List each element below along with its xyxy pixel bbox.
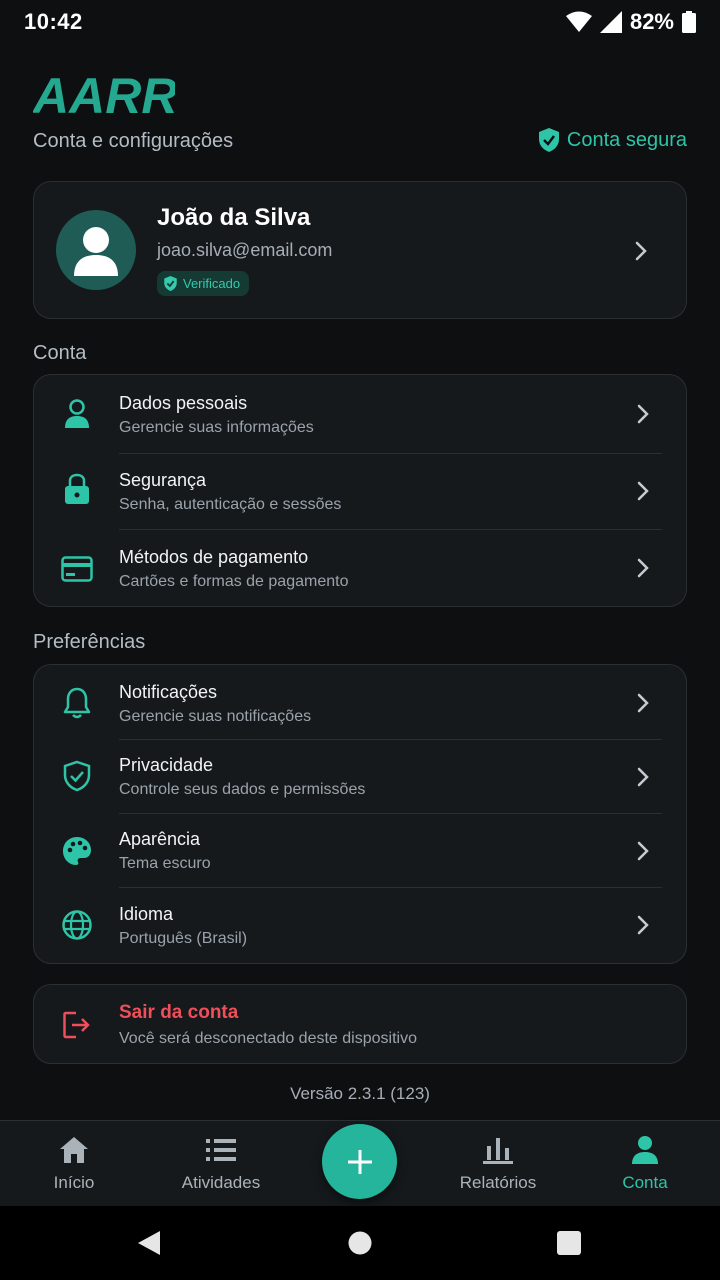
header: AARR Conta e configurações Conta segura: [33, 72, 687, 162]
settings-item-title: Aparência: [119, 829, 201, 849]
chevron-right-icon: [637, 481, 649, 501]
settings-item-title: Dados pessoais: [119, 393, 248, 413]
settings-item-subtitle: Cartões e formas de pagamento: [119, 573, 349, 590]
secure-label: Conta segura: [566, 128, 687, 151]
status-icons: 82%: [565, 9, 696, 35]
person-icon: [61, 398, 93, 430]
back-button[interactable]: [136, 1230, 162, 1256]
recents-button[interactable]: [556, 1230, 582, 1256]
settings-item-appearance[interactable]: Aparência Tema escuro: [34, 813, 688, 887]
status-bar: 10:42 82%: [0, 0, 720, 44]
logout-subtitle: Você será desconectado deste dispositivo: [119, 1030, 417, 1047]
globe-icon: [61, 909, 93, 941]
section-title-preferences: Preferências: [33, 631, 146, 653]
settings-item-privacy[interactable]: Privacidade Controle seus dados e permis…: [34, 739, 688, 813]
status-time: 10:42: [24, 9, 83, 34]
section-title-account: Conta: [33, 342, 87, 364]
verified-label: Verificado: [183, 276, 241, 291]
wifi-icon: [565, 11, 592, 32]
logout-button[interactable]: Sair da conta Você será desconectado des…: [33, 984, 687, 1064]
signal-icon: [599, 11, 622, 33]
settings-item-subtitle: Senha, autenticação e sessões: [119, 496, 342, 513]
verified-badge: Verificado: [157, 271, 250, 296]
nav-label: Início: [53, 1173, 95, 1192]
svg-text:AARR: AARR: [33, 72, 175, 116]
settings-item-subtitle: Português (Brasil): [119, 930, 248, 947]
app-logo: AARR: [33, 72, 175, 116]
palette-icon: [61, 835, 93, 867]
add-button[interactable]: [322, 1124, 397, 1199]
chevron-right-icon: [637, 767, 649, 787]
nav-item-activities[interactable]: Atividades: [161, 1135, 281, 1193]
settings-item-title: Privacidade: [119, 755, 214, 775]
settings-item-title: Notificações: [119, 682, 218, 702]
settings-item-title: Segurança: [119, 470, 207, 490]
settings-item-personal-data[interactable]: Dados pessoais Gerencie suas informações: [34, 375, 688, 452]
settings-item-subtitle: Controle seus dados e permissões: [119, 781, 366, 798]
chevron-right-icon: [637, 558, 649, 578]
bell-icon: [61, 687, 93, 719]
nav-item-account[interactable]: Conta: [585, 1135, 705, 1193]
person-icon: [74, 227, 118, 276]
chevron-right-icon: [637, 404, 649, 424]
settings-item-language[interactable]: Idioma Português (Brasil): [34, 887, 688, 963]
lock-icon: [61, 473, 93, 505]
logout-icon: [61, 1009, 93, 1041]
chevron-right-icon: [637, 841, 649, 861]
nav-label: Conta: [622, 1173, 668, 1192]
bar-chart-icon: [482, 1135, 514, 1165]
preferences-settings-card: Notificações Gerencie suas notificações …: [33, 664, 687, 964]
settings-item-security[interactable]: Segurança Senha, autenticação e sessões: [34, 453, 688, 529]
settings-item-subtitle: Gerencie suas informações: [119, 419, 314, 436]
chevron-right-icon: [637, 915, 649, 935]
credit-card-icon: [61, 553, 93, 585]
account-settings-card: Dados pessoais Gerencie suas informações…: [33, 374, 687, 607]
app-version: Versão 2.3.1 (123): [290, 1084, 430, 1103]
system-navigation-bar: [0, 1206, 720, 1280]
person-icon: [629, 1135, 661, 1165]
page-subtitle: Conta e configurações: [33, 130, 234, 152]
home-button[interactable]: [347, 1230, 373, 1256]
nav-label: Relatórios: [459, 1173, 537, 1192]
chevron-right-icon: [635, 241, 647, 261]
nav-item-reports[interactable]: Relatórios: [438, 1135, 558, 1193]
shield-check-icon: [538, 128, 559, 152]
battery-percent: 82%: [629, 9, 674, 34]
profile-email: joao.silva@email.com: [157, 240, 333, 260]
settings-item-payment-methods[interactable]: Métodos de pagamento Cartões e formas de…: [34, 529, 688, 607]
home-icon: [58, 1135, 90, 1165]
avatar: [56, 210, 136, 290]
settings-item-subtitle: Tema escuro: [119, 855, 211, 872]
battery-icon: [682, 11, 696, 33]
logout-title: Sair da conta: [119, 1002, 239, 1023]
plus-icon: [347, 1149, 372, 1174]
settings-item-title: Métodos de pagamento: [119, 547, 309, 567]
secure-account-indicator: Conta segura: [538, 128, 687, 152]
list-icon: [205, 1135, 237, 1165]
settings-item-notifications[interactable]: Notificações Gerencie suas notificações: [34, 665, 688, 739]
chevron-right-icon: [637, 693, 649, 713]
shield-check-icon: [164, 276, 177, 291]
settings-item-subtitle: Gerencie suas notificações: [119, 708, 312, 725]
nav-label: Atividades: [181, 1173, 261, 1192]
shield-check-icon: [61, 760, 93, 792]
settings-item-title: Idioma: [119, 904, 174, 924]
nav-item-home[interactable]: Início: [14, 1135, 134, 1193]
profile-name: João da Silva: [157, 204, 311, 231]
profile-card[interactable]: João da Silva joao.silva@email.com Verif…: [33, 181, 687, 319]
